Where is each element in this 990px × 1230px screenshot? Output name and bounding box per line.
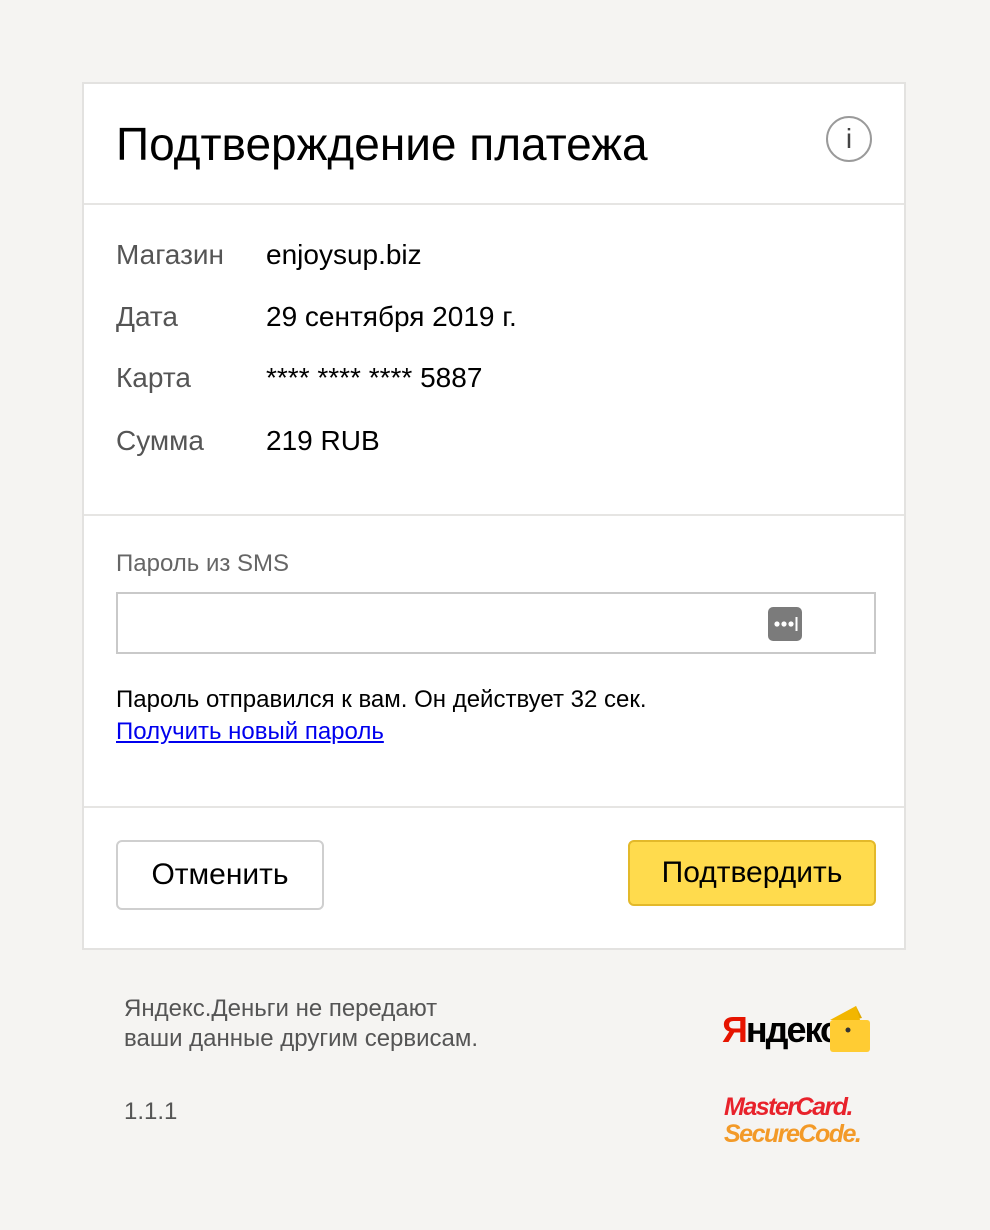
resend-password-link[interactable]: Получить новый пароль xyxy=(116,716,384,748)
detail-label: Сумма xyxy=(116,425,204,456)
detail-label: Дата xyxy=(116,301,179,332)
version-label: 1.1.1 xyxy=(124,1098,178,1125)
yandex-logo-rest: ндекс xyxy=(745,1009,840,1050)
info-icon[interactable]: i xyxy=(826,116,872,162)
privacy-note: Яндекс.Деньги не передают ваши данные др… xyxy=(124,994,478,1054)
mastercard-securecode-logo: MasterCard. SecureCode. xyxy=(724,1094,874,1154)
cancel-button[interactable]: Отменить xyxy=(116,840,324,910)
yandex-logo-first-letter: Я xyxy=(722,1009,748,1050)
card-actions: Отменить Подтвердить xyxy=(84,808,904,950)
mastercard-logo-line: MasterCard. xyxy=(724,1093,854,1121)
sms-password-label: Пароль из SMS xyxy=(116,550,290,577)
sms-password-input[interactable] xyxy=(116,592,876,654)
privacy-note-line: ваши данные другим сервисам. xyxy=(124,1025,479,1052)
detail-value: 219 RUB xyxy=(266,425,380,456)
card-header: Подтверждение платежа i xyxy=(84,84,904,205)
sms-section: Пароль из SMS Пароль отправился к вам. О… xyxy=(84,516,904,808)
password-dots-icon[interactable] xyxy=(768,607,802,641)
yandex-logo: Яндекс xyxy=(722,1002,872,1058)
yandex-logo-text: Яндекс xyxy=(722,1009,840,1050)
wallet-icon xyxy=(830,1006,870,1052)
privacy-note-line: Яндекс.Деньги не передают xyxy=(124,995,438,1022)
sms-timer-note: Пароль отправился к вам. Он действует 32… xyxy=(116,686,647,713)
detail-value: enjoysup.biz xyxy=(266,239,422,270)
securecode-logo-line: SecureCode. xyxy=(724,1120,862,1148)
payment-details: Магазин enjoysup.biz Дата 29 сентября 20… xyxy=(84,205,904,516)
detail-value: 29 сентября 2019 г. xyxy=(266,301,517,332)
confirm-button[interactable]: Подтвердить xyxy=(628,840,876,906)
detail-value: **** **** **** 5887 xyxy=(266,362,483,393)
detail-label: Магазин xyxy=(116,239,225,270)
detail-label: Карта xyxy=(116,362,191,393)
payment-confirmation-card: Подтверждение платежа i Магазин enjoysup… xyxy=(82,82,906,950)
page-title: Подтверждение платежа xyxy=(116,118,648,170)
